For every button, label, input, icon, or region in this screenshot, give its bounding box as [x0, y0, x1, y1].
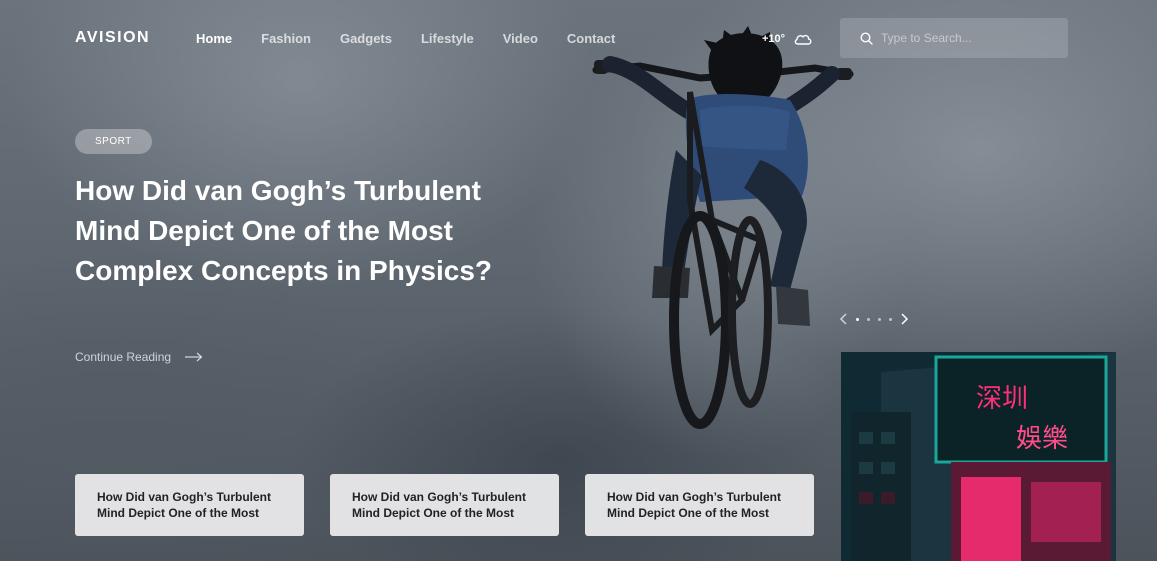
- hero-headline[interactable]: How Did van Gogh’s Turbulent Mind Depict…: [75, 171, 495, 291]
- article-card-title: How Did van Gogh’s Turbulent Mind Depict…: [352, 490, 526, 520]
- next-slide-thumbnail[interactable]: 深圳 娛樂: [841, 352, 1116, 561]
- article-card-title: How Did van Gogh’s Turbulent Mind Depict…: [607, 490, 781, 520]
- article-card-title: How Did van Gogh’s Turbulent Mind Depict…: [97, 490, 271, 520]
- nav-item-fashion[interactable]: Fashion: [261, 31, 311, 46]
- nav-item-gadgets[interactable]: Gadgets: [340, 31, 392, 46]
- slider-dot-1[interactable]: [856, 317, 859, 321]
- article-card-3[interactable]: How Did van Gogh’s Turbulent Mind Depict…: [585, 474, 814, 536]
- site-logo[interactable]: AVISION: [75, 29, 150, 47]
- nav-item-video[interactable]: Video: [503, 31, 538, 46]
- slider-controls: [839, 313, 909, 325]
- cloud-icon: [794, 34, 812, 45]
- nav-item-contact[interactable]: Contact: [567, 31, 615, 46]
- neon-sign-text-1: 深圳: [976, 384, 1028, 414]
- chevron-right-icon[interactable]: [900, 313, 909, 325]
- neon-sign-text-2: 娛樂: [1016, 424, 1068, 454]
- search-box[interactable]: [840, 18, 1068, 58]
- arrow-right-icon: [185, 352, 203, 362]
- article-card-1[interactable]: How Did van Gogh’s Turbulent Mind Depict…: [75, 474, 304, 536]
- continue-reading-label: Continue Reading: [75, 350, 172, 364]
- chevron-left-icon[interactable]: [839, 313, 848, 325]
- nav-item-lifestyle[interactable]: Lifestyle: [421, 31, 474, 46]
- main-nav: Home Fashion Gadgets Lifestyle Video Con…: [196, 31, 615, 46]
- weather-widget: +10°: [762, 32, 813, 46]
- slider-dot-3[interactable]: [878, 317, 881, 321]
- article-card-2[interactable]: How Did van Gogh’s Turbulent Mind Depict…: [330, 474, 559, 536]
- weather-temperature: +10°: [762, 33, 786, 45]
- category-tag[interactable]: SPORT: [75, 129, 152, 154]
- search-input[interactable]: [881, 31, 1051, 45]
- nav-item-home[interactable]: Home: [196, 31, 232, 46]
- search-icon: [860, 31, 873, 45]
- neon-building-image: 深圳 娛樂: [841, 352, 1116, 561]
- slider-dot-4[interactable]: [889, 317, 892, 321]
- slider-dot-2[interactable]: [867, 317, 870, 321]
- continue-reading-link[interactable]: Continue Reading: [75, 350, 203, 364]
